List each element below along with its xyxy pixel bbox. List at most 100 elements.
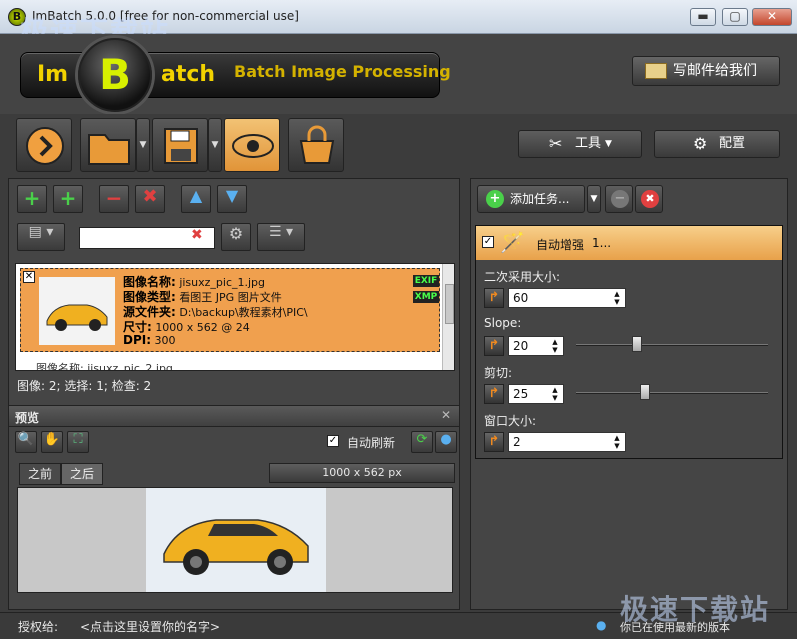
cut-slider[interactable] bbox=[576, 384, 768, 400]
mail-us-button[interactable]: 写邮件给我们 bbox=[632, 56, 780, 86]
pan-button[interactable]: ✋ bbox=[41, 431, 63, 453]
preview-toggle-button[interactable] bbox=[224, 118, 280, 172]
plus-folder-icon: + bbox=[59, 186, 77, 210]
play-circle-icon bbox=[26, 127, 64, 165]
delete-circle-icon: ✖ bbox=[641, 190, 659, 208]
license-name-link[interactable]: <点击这里设置你的名字> bbox=[80, 618, 220, 635]
slope-slider[interactable] bbox=[576, 336, 768, 352]
list-item[interactable]: ✕ 图像名称: jisuxz_pic_1.jpg 图像类型: 看图王 JPG 图… bbox=[20, 268, 440, 352]
clear-search-icon[interactable]: ✖ bbox=[191, 227, 203, 243]
delete-x-icon: ✖ bbox=[142, 186, 158, 207]
remove-task-button[interactable]: − bbox=[605, 185, 633, 213]
watermark-bottom: 极速下载站 bbox=[620, 593, 771, 626]
window-size-spinbox[interactable]: 2 ▲ ▼ bbox=[508, 432, 626, 452]
arrow-down-icon: ▼ bbox=[225, 186, 239, 205]
refresh-icon: ⟳ bbox=[416, 432, 428, 447]
slope-spinbox[interactable]: 20 ▲ ▼ bbox=[508, 336, 564, 356]
logo-subtitle: Batch Image Processing bbox=[234, 62, 451, 81]
meta-dpi-row: DPI: 300 bbox=[123, 333, 176, 347]
image-count-status: 图像: 2; 选择: 1; 检查: 2 bbox=[17, 379, 152, 393]
preview-size-display: 1000 x 562 px bbox=[269, 463, 455, 483]
list-scrollbar[interactable] bbox=[442, 264, 454, 370]
minimize-button[interactable]: ▬ bbox=[690, 8, 716, 26]
close-preview-icon[interactable]: ✕ bbox=[441, 408, 451, 422]
fit-view-icon: ⛶ bbox=[73, 432, 83, 447]
logo-letter: B bbox=[98, 50, 131, 99]
close-button[interactable]: ✕ bbox=[752, 8, 792, 26]
shop-button[interactable] bbox=[288, 118, 344, 172]
move-up-button[interactable]: ▲ bbox=[181, 185, 211, 213]
maximize-button[interactable]: ▢ bbox=[722, 8, 748, 26]
tab-after[interactable]: 之后 bbox=[61, 463, 104, 485]
chevron-down-icon: ▼ bbox=[605, 139, 612, 149]
reset-cut-icon[interactable]: ↱ bbox=[484, 384, 504, 404]
app-header: Im atch B Batch Image Processing 写邮件给我们 bbox=[0, 34, 797, 114]
task-title: 自动增强 bbox=[536, 238, 585, 252]
logo-ball: B bbox=[78, 38, 152, 112]
folder-icon bbox=[88, 134, 130, 165]
filter-dropdown[interactable]: ▤ ▾ bbox=[17, 223, 65, 251]
scroll-thumb[interactable] bbox=[445, 284, 454, 324]
gear-icon: ⚙ bbox=[228, 224, 244, 243]
tasks-toolbar: + 添加任务... ▼ − ✖ bbox=[477, 185, 781, 215]
move-down-button[interactable]: ▼ bbox=[217, 185, 247, 213]
save-dropdown[interactable]: ▼ bbox=[208, 118, 222, 172]
clear-images-button[interactable]: ✖ bbox=[135, 185, 165, 213]
resample-spinbox[interactable]: 60 ▲ ▼ bbox=[508, 288, 626, 308]
car-preview-image bbox=[146, 488, 326, 592]
item-checkbox[interactable]: ✕ bbox=[23, 271, 35, 283]
save-button[interactable] bbox=[152, 118, 208, 172]
clear-tasks-button[interactable]: ✖ bbox=[635, 185, 663, 213]
task-suffix: 1... bbox=[592, 236, 612, 250]
zoom-button[interactable]: 🔍 bbox=[15, 431, 37, 453]
image-list[interactable]: ✕ 图像名称: jisuxz_pic_1.jpg 图像类型: 看图王 JPG 图… bbox=[15, 263, 455, 371]
color-button[interactable]: ● bbox=[435, 431, 457, 453]
reset-slope-icon[interactable]: ↱ bbox=[484, 336, 504, 356]
reset-window-icon[interactable]: ↱ bbox=[484, 432, 504, 452]
add-image-button[interactable]: + bbox=[17, 185, 47, 213]
mail-icon bbox=[645, 63, 667, 79]
task-title-bar[interactable]: ✓ 🪄 自动增强 1... bbox=[476, 226, 782, 260]
cut-spinbox[interactable]: 25 ▲ ▼ bbox=[508, 384, 564, 404]
fit-button[interactable]: ⛶ bbox=[67, 431, 89, 453]
tab-before[interactable]: 之前 bbox=[19, 463, 62, 485]
mail-us-label: 写邮件给我们 bbox=[673, 63, 757, 79]
settings-label: 配置 bbox=[719, 136, 746, 151]
tools-menu-button[interactable]: ✂ 工具 ▼ bbox=[518, 130, 642, 158]
update-status-icon: ● bbox=[596, 618, 607, 632]
preview-title: 预览 bbox=[15, 411, 40, 425]
task-enabled-checkbox[interactable]: ✓ bbox=[482, 236, 494, 248]
run-button[interactable] bbox=[16, 118, 72, 172]
slope-slider-thumb[interactable] bbox=[632, 336, 642, 352]
auto-refresh-label: 自动刷新 bbox=[347, 436, 396, 450]
param-label-slope: Slope: bbox=[484, 316, 522, 330]
add-task-button[interactable]: + 添加任务... bbox=[477, 185, 585, 213]
license-label: 授权给: bbox=[18, 620, 59, 634]
xmp-badge: XMP bbox=[413, 291, 439, 303]
cut-slider-thumb[interactable] bbox=[640, 384, 650, 400]
list-item-partial[interactable]: 图像名称: jisuxz_pic_2.jpg bbox=[36, 360, 173, 370]
refresh-button[interactable]: ⟳ bbox=[411, 431, 433, 453]
main-toolbar: ▼ ▼ ✂ 工具 ▼ ⚙ 配置 bbox=[0, 114, 797, 176]
globe-icon: ● bbox=[440, 432, 452, 447]
reset-resample-icon[interactable]: ↱ bbox=[484, 288, 504, 308]
auto-refresh-checkbox[interactable]: ✓ bbox=[327, 435, 339, 447]
param-label-cut: 剪切: bbox=[484, 366, 513, 380]
settings-button[interactable]: ⚙ 配置 bbox=[654, 130, 780, 158]
add-task-dropdown[interactable]: ▼ bbox=[587, 185, 601, 213]
gear-icon: ⚙ bbox=[693, 134, 708, 153]
image-thumbnail bbox=[39, 277, 115, 345]
add-folder-button[interactable]: + bbox=[53, 185, 83, 213]
images-panel: + + − ✖ ▲ ▼ ▤ ▾ ✖ ⚙ ☰ ▾ ✕ 图像名称: jisuxz_p… bbox=[8, 178, 460, 610]
remove-image-button[interactable]: − bbox=[99, 185, 129, 213]
preview-canvas[interactable] bbox=[17, 487, 453, 593]
param-label-window: 窗口大小: bbox=[484, 414, 537, 428]
view-mode-dropdown[interactable]: ☰ ▾ bbox=[257, 223, 305, 251]
open-folder-dropdown[interactable]: ▼ bbox=[136, 118, 150, 172]
magnifier-icon: 🔍 bbox=[17, 432, 35, 447]
image-settings-button[interactable]: ⚙ bbox=[221, 223, 251, 251]
eye-icon bbox=[232, 134, 274, 158]
logo-text-left: Im bbox=[37, 62, 69, 87]
shopping-bag-icon bbox=[299, 125, 335, 164]
open-folder-button[interactable] bbox=[80, 118, 136, 172]
